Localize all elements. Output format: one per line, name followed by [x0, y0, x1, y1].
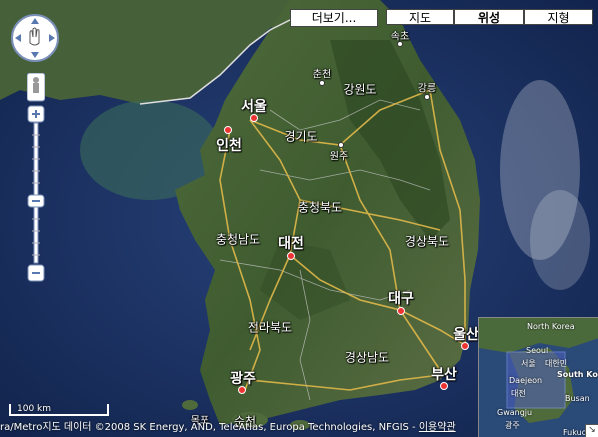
- overview-label-south-korea: South Korea: [557, 370, 598, 379]
- overview-label-daejeon: Daejeon: [509, 376, 543, 385]
- map-type-satellite-button[interactable]: 위성: [454, 9, 524, 25]
- overview-label-fukuoka: Fukuo: [563, 428, 587, 437]
- incheon-marker[interactable]: [224, 126, 232, 134]
- zoom-control[interactable]: [26, 72, 46, 285]
- overview-label-busan: Busan: [565, 394, 590, 403]
- overview-map[interactable]: North Korea Seoul 서울 대한민 Daejeon 대전 Sout…: [478, 317, 598, 437]
- region-label-gyeongbuk: 경상북도: [404, 234, 450, 249]
- city-label-gangneung[interactable]: 강릉: [418, 80, 436, 95]
- region-label-chungbuk: 충청북도: [297, 200, 343, 215]
- city-label-seoul[interactable]: 서울: [241, 96, 267, 116]
- region-label-jeonbuk: 전라북도: [247, 320, 293, 335]
- overview-label-korea-ko: 대한민: [545, 359, 568, 368]
- overview-label-gwangju: Gwangju: [497, 408, 533, 417]
- city-label-daejeon[interactable]: 대전: [278, 233, 304, 253]
- region-label-gyeonggi: 경기도: [284, 129, 318, 144]
- city-label-ulsan[interactable]: 울산: [453, 324, 479, 344]
- terms-link[interactable]: 이용약관: [419, 422, 456, 433]
- pan-control[interactable]: [10, 13, 60, 63]
- city-label-daegu[interactable]: 대구: [388, 288, 414, 308]
- overview-toggle-icon[interactable]: ↘: [585, 424, 598, 437]
- region-label-gangwon: 강원도: [343, 82, 377, 97]
- overview-label-seoul-ko: 서울: [521, 359, 536, 368]
- city-label-wonju[interactable]: 원주: [330, 148, 348, 163]
- daejeon-marker[interactable]: [287, 252, 295, 260]
- hand-icon: [29, 27, 40, 46]
- overview-label-north-korea: North Korea: [527, 322, 575, 331]
- overview-label-daejeon-ko: 대전: [511, 389, 526, 398]
- city-label-gwangju[interactable]: 광주: [230, 368, 256, 388]
- copyright-bar: ra/Metro지도 데이터 ©2008 SK Energy, AND, Tel…: [0, 418, 480, 435]
- map-type-map-button[interactable]: 지도: [386, 9, 454, 25]
- more-button[interactable]: 더보기...: [290, 9, 378, 27]
- city-label-sokcho[interactable]: 속초: [391, 28, 409, 43]
- region-label-gyeongnam: 경상남도: [344, 350, 390, 365]
- city-label-incheon[interactable]: 인천: [216, 135, 242, 155]
- overview-label-seoul: Seoul: [526, 346, 549, 355]
- scale-label: 100 km: [17, 404, 52, 414]
- overview-label-gwangju-ko: 광주: [505, 421, 520, 430]
- copyright-text: ra/Metro지도 데이터 ©2008 SK Energy, AND, Tel…: [0, 422, 416, 433]
- daegu-marker[interactable]: [397, 307, 405, 315]
- map-type-terrain-button[interactable]: 지형: [524, 9, 593, 25]
- city-label-chuncheon[interactable]: 춘천: [313, 66, 331, 81]
- satellite-map[interactable]: 서울 인천 대전 대구 광주 울산 부산 속초 춘천 강릉 원주 목포 순천 강…: [0, 0, 598, 437]
- zoom-slider-track: [33, 122, 39, 264]
- gangneung-marker[interactable]: [424, 94, 430, 100]
- region-label-chungnam: 충청남도: [215, 232, 261, 247]
- scale-bar: 100 km: [7, 404, 117, 418]
- city-label-busan[interactable]: 부산: [431, 364, 457, 384]
- chuncheon-marker[interactable]: [319, 80, 325, 86]
